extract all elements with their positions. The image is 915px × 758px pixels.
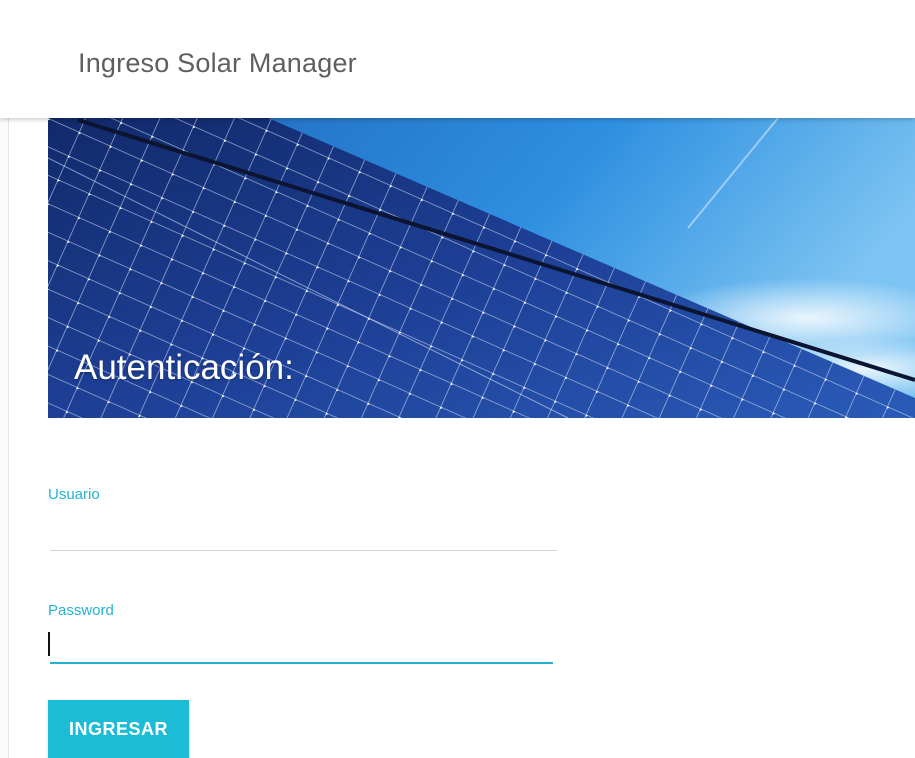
auth-heading: Autenticación: (74, 348, 294, 387)
login-button[interactable]: INGRESAR (48, 700, 189, 758)
password-label: Password (48, 602, 114, 619)
app-title: Ingreso Solar Manager (78, 48, 357, 78)
hero-banner: Autenticación: (48, 118, 915, 418)
side-gutter (0, 118, 9, 758)
password-underline-focused (50, 662, 553, 664)
password-field: Password (48, 596, 558, 671)
username-input[interactable] (50, 520, 555, 548)
password-input[interactable] (50, 632, 555, 660)
username-field: Usuario (48, 480, 558, 555)
app-toolbar: Ingreso Solar Manager (0, 0, 915, 118)
username-underline (50, 550, 557, 551)
username-label: Usuario (48, 486, 100, 503)
